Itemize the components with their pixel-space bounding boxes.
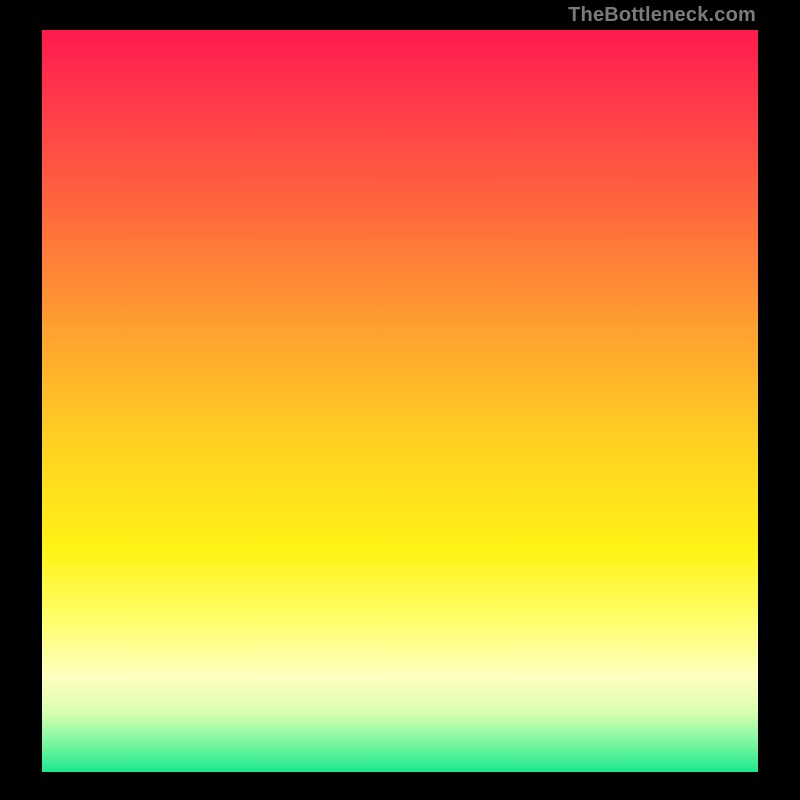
plot-area bbox=[42, 30, 758, 772]
attribution-text: TheBottleneck.com bbox=[568, 4, 756, 27]
chart-frame: TheBottleneck.com bbox=[0, 0, 800, 800]
gradient-background bbox=[42, 30, 758, 772]
